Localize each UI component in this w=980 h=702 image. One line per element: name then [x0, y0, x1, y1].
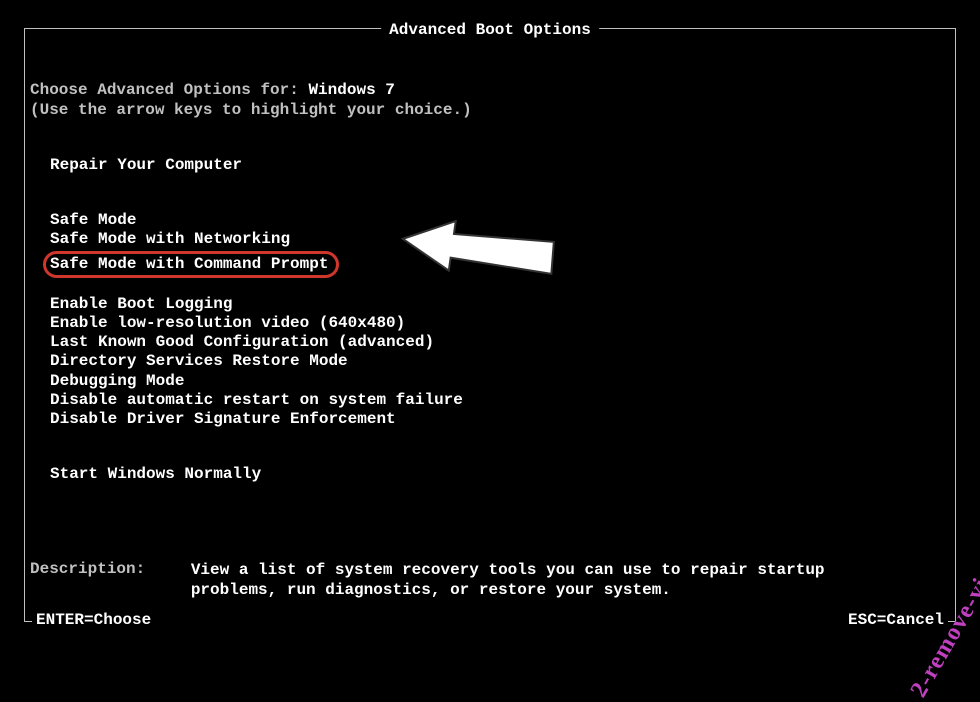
instruction-line: Choose Advanced Options for: Windows 7 [30, 80, 950, 100]
option-disable-auto-restart[interactable]: Disable automatic restart on system fail… [30, 391, 950, 410]
footer-bar: ENTER=Choose ESC=Cancel [32, 611, 948, 629]
option-disable-driver-sig[interactable]: Disable Driver Signature Enforcement [30, 410, 950, 429]
description-label: Description: [30, 560, 145, 578]
page-title: Advanced Boot Options [381, 21, 599, 39]
main-content: Choose Advanced Options for: Windows 7 (… [30, 80, 950, 484]
description-block: Description: View a list of system recov… [30, 560, 950, 600]
option-enable-boot-logging[interactable]: Enable Boot Logging [30, 295, 950, 314]
highlight-annotation: Safe Mode with Command Prompt [43, 251, 339, 278]
description-text: View a list of system recovery tools you… [155, 560, 911, 600]
instruction-hint: (Use the arrow keys to highlight your ch… [30, 100, 950, 120]
option-safe-mode[interactable]: Safe Mode [30, 211, 950, 230]
option-safe-mode-networking[interactable]: Safe Mode with Networking [30, 230, 950, 249]
instruction-prefix: Choose Advanced Options for: [30, 81, 308, 99]
option-last-known-good[interactable]: Last Known Good Configuration (advanced) [30, 333, 950, 352]
option-safe-mode-command-prompt[interactable]: Safe Mode with Command Prompt [30, 250, 950, 277]
option-low-res-video[interactable]: Enable low-resolution video (640x480) [30, 314, 950, 333]
footer-enter-hint: ENTER=Choose [36, 611, 151, 629]
footer-esc-hint: ESC=Cancel [848, 611, 944, 629]
option-directory-services-restore[interactable]: Directory Services Restore Mode [30, 352, 950, 371]
os-name: Windows 7 [308, 81, 394, 99]
option-repair-your-computer[interactable]: Repair Your Computer [30, 156, 950, 175]
option-debugging-mode[interactable]: Debugging Mode [30, 372, 950, 391]
option-text: Safe Mode with Command Prompt [50, 255, 328, 273]
option-start-windows-normally[interactable]: Start Windows Normally [30, 465, 950, 484]
